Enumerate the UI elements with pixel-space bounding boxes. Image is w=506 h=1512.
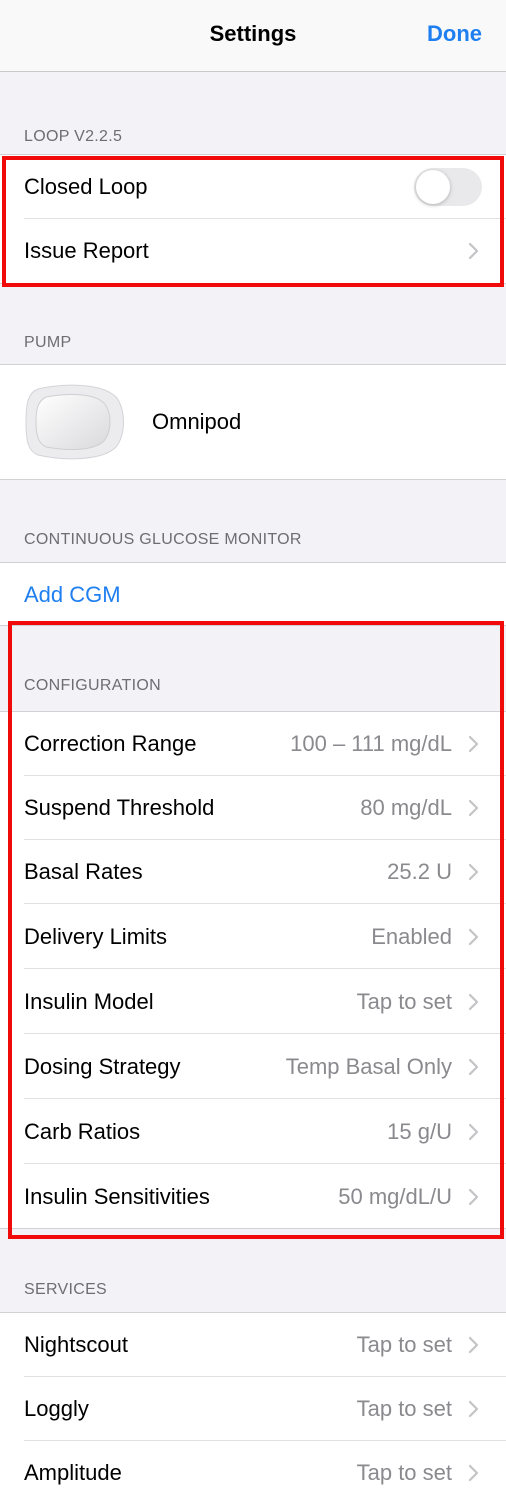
row-value: 25.2 U — [387, 859, 452, 884]
row-value: Tap to set — [356, 1332, 452, 1357]
row-label: Suspend Threshold — [24, 795, 215, 820]
row-value: Tap to set — [356, 989, 452, 1014]
pump-row[interactable]: Omnipod — [0, 364, 506, 480]
omnipod-pod-icon — [25, 384, 124, 460]
closed-loop-toggle[interactable] — [414, 168, 482, 206]
chevron-right-icon — [462, 926, 484, 948]
issue-report-label: Issue Report — [24, 238, 149, 263]
chevron-right-icon — [462, 991, 484, 1013]
carb-ratios-row[interactable]: Carb Ratios 15 g/U — [24, 1100, 506, 1164]
pump-name: Omnipod — [152, 409, 242, 434]
row-label: Carb Ratios — [24, 1119, 141, 1144]
section-header-pump: PUMP — [24, 334, 72, 351]
cgm-group: Add CGM — [0, 562, 506, 626]
nightscout-row[interactable]: Nightscout Tap to set — [24, 1313, 506, 1377]
suspend-threshold-row[interactable]: Suspend Threshold 80 mg/dL — [24, 776, 506, 840]
dosing-strategy-row[interactable]: Dosing Strategy Temp Basal Only — [24, 1035, 506, 1099]
row-label: Basal Rates — [24, 859, 143, 884]
configuration-group: Correction Range 100 – 111 mg/dL Suspend… — [0, 711, 506, 1229]
row-label: Delivery Limits — [24, 924, 168, 949]
chevron-right-icon — [462, 1334, 484, 1356]
row-value: 80 mg/dL — [360, 795, 452, 820]
chevron-right-icon — [462, 797, 484, 819]
row-label: Amplitude — [24, 1460, 122, 1485]
delivery-limits-row[interactable]: Delivery Limits Enabled — [24, 905, 506, 969]
loop-group: Closed Loop Issue Report — [0, 154, 506, 284]
amplitude-row[interactable]: Amplitude Tap to set — [24, 1441, 506, 1505]
chevron-right-icon — [462, 1056, 484, 1078]
chevron-right-icon — [462, 240, 484, 262]
issue-report-row[interactable]: Issue Report — [24, 219, 506, 283]
basal-rates-row[interactable]: Basal Rates 25.2 U — [24, 840, 506, 904]
services-group: Nightscout Tap to set Loggly Tap to set … — [0, 1312, 506, 1512]
row-value: Enabled — [371, 924, 452, 949]
row-label: Dosing Strategy — [24, 1054, 181, 1079]
section-header-services: SERVICES — [24, 1281, 108, 1298]
chevron-right-icon — [462, 1121, 484, 1143]
insulin-sensitivities-row[interactable]: Insulin Sensitivities 50 mg/dL/U — [24, 1165, 506, 1229]
row-label: Insulin Model — [24, 989, 154, 1014]
chevron-right-icon — [462, 733, 484, 755]
row-label: Correction Range — [24, 731, 197, 756]
done-button[interactable]: Done — [427, 21, 482, 47]
closed-loop-row: Closed Loop — [24, 155, 506, 219]
row-value: 100 – 111 mg/dL — [290, 731, 452, 756]
section-header-configuration: CONFIGURATION — [24, 677, 161, 694]
loggly-row[interactable]: Loggly Tap to set — [24, 1377, 506, 1441]
chevron-right-icon — [462, 1398, 484, 1420]
chevron-right-icon — [462, 1186, 484, 1208]
chevron-right-icon — [462, 1462, 484, 1484]
row-value: Tap to set — [356, 1460, 452, 1485]
toggle-knob — [416, 170, 450, 204]
section-header-cgm: CONTINUOUS GLUCOSE MONITOR — [24, 531, 302, 548]
row-label: Loggly — [24, 1396, 89, 1421]
row-value: 15 g/U — [387, 1119, 452, 1144]
row-label: Nightscout — [24, 1332, 128, 1357]
insulin-model-row[interactable]: Insulin Model Tap to set — [24, 970, 506, 1034]
row-value: Temp Basal Only — [285, 1054, 452, 1079]
add-cgm-row[interactable]: Add CGM — [24, 563, 506, 627]
row-value: 50 mg/dL/U — [338, 1184, 452, 1209]
section-header-loop: LOOP V2.2.5 — [24, 128, 123, 145]
row-value: Tap to set — [356, 1396, 452, 1421]
chevron-right-icon — [462, 861, 484, 883]
add-cgm-button[interactable]: Add CGM — [24, 582, 121, 608]
correction-range-row[interactable]: Correction Range 100 – 111 mg/dL — [24, 712, 506, 776]
row-label: Insulin Sensitivities — [24, 1184, 210, 1209]
navigation-bar: Settings Done — [0, 0, 506, 72]
